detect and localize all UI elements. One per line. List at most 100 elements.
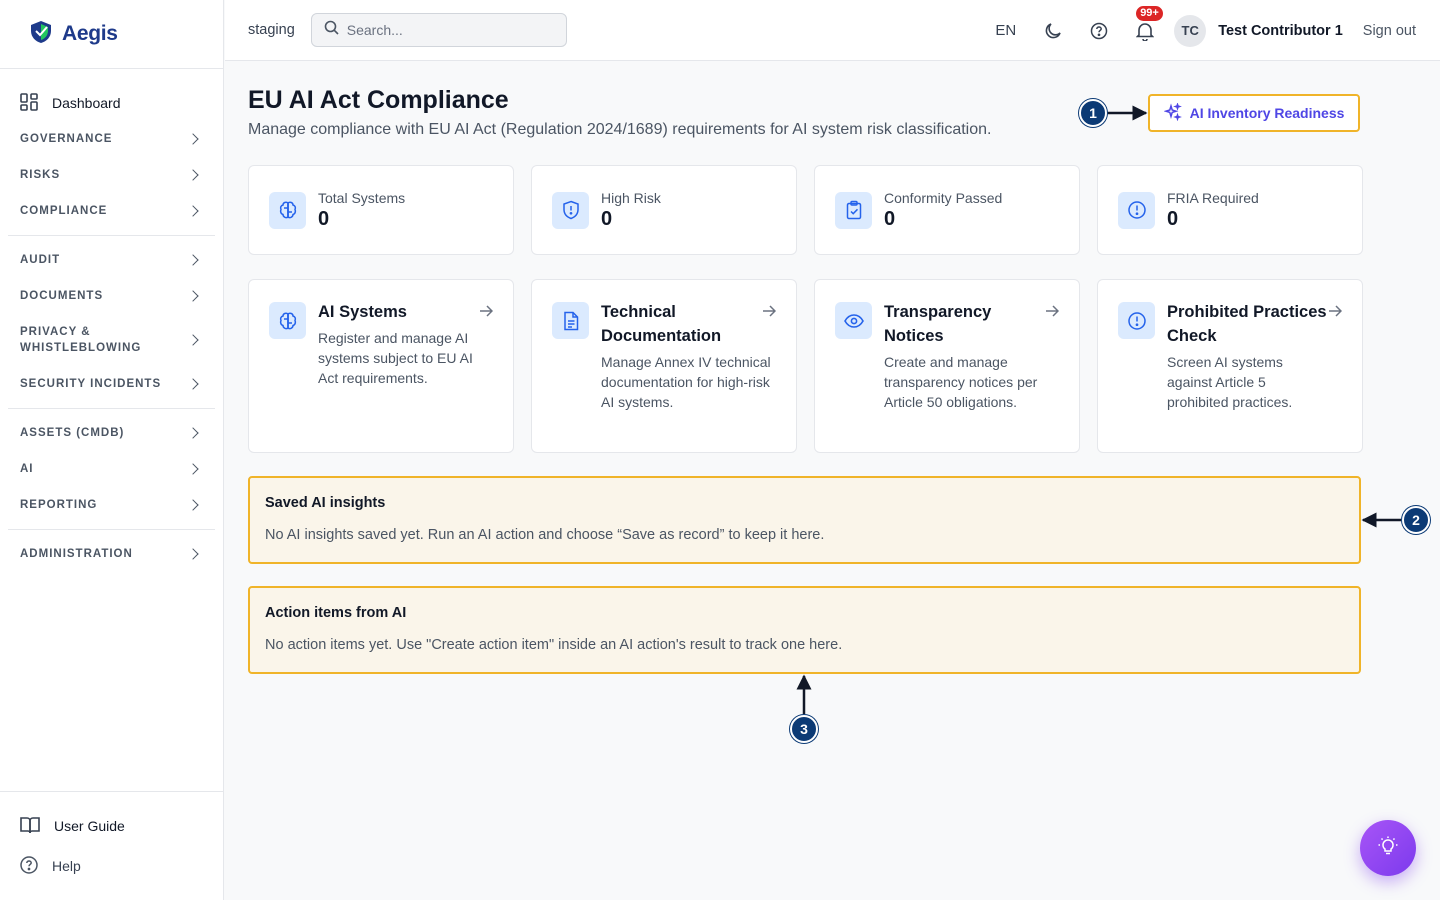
stat-card-fria-required: FRIA Required 0	[1097, 165, 1363, 255]
panel-empty-text: No AI insights saved yet. Run an AI acti…	[265, 527, 825, 543]
stat-label: Total Systems	[318, 189, 406, 206]
ai-action-items-panel: Action items from AI No action items yet…	[248, 586, 1361, 674]
sidebar-divider	[8, 529, 215, 530]
chevron-right-icon	[187, 290, 199, 302]
book-icon	[20, 816, 40, 837]
clipboard-check-icon	[835, 191, 872, 229]
brand-name: Aegis	[62, 22, 118, 45]
sidebar-item-risks[interactable]: RISKS	[0, 157, 223, 193]
sidebar-divider	[8, 235, 215, 236]
stat-value: 0	[1167, 207, 1179, 230]
chevron-right-icon	[187, 133, 199, 145]
shield-alert-icon	[552, 191, 589, 229]
sidebar-item-label: AI	[20, 463, 34, 475]
sidebar-item-dashboard[interactable]: Dashboard	[0, 85, 223, 121]
sidebar-item-audit[interactable]: AUDIT	[0, 242, 223, 278]
search-box[interactable]	[310, 13, 567, 47]
brain-icon	[269, 302, 306, 339]
feature-cards: AI Systems Register and manage AI system…	[248, 279, 1363, 453]
panel-title: Saved AI insights	[265, 495, 386, 511]
sidebar-item-label: Dashboard	[52, 95, 121, 111]
environment-label: staging	[248, 22, 295, 38]
sidebar-item-label: COMPLIANCE	[20, 205, 108, 217]
chevron-right-icon	[187, 334, 199, 346]
stats-row: Total Systems 0 High Risk 0 Conformity P…	[248, 165, 1363, 255]
notification-badge: 99+	[1136, 5, 1163, 21]
ai-inventory-readiness-button[interactable]: AI Inventory Readiness	[1148, 94, 1360, 132]
stat-card-conformity-passed: Conformity Passed 0	[814, 165, 1080, 255]
sidebar-item-label: AUDIT	[20, 254, 61, 266]
chevron-right-icon	[187, 499, 199, 511]
stat-label: FRIA Required	[1167, 189, 1259, 206]
stat-value: 0	[318, 207, 330, 230]
search-input[interactable]	[346, 22, 547, 38]
page-subtitle: Manage compliance with EU AI Act (Regula…	[248, 121, 992, 138]
sidebar-item-administration[interactable]: ADMINISTRATION	[0, 536, 223, 572]
feature-title: Transparency Notices	[884, 303, 992, 345]
feature-title: Prohibited Practices Check	[1167, 303, 1327, 345]
brand[interactable]: Aegis	[0, 0, 223, 69]
sidebar-item-ai[interactable]: AI	[0, 451, 223, 487]
lightbulb-icon	[1377, 835, 1399, 862]
chevron-right-icon	[187, 463, 199, 475]
sidebar-item-reporting[interactable]: REPORTING	[0, 487, 223, 523]
arrow-right-icon	[762, 304, 777, 322]
document-icon	[552, 302, 589, 339]
alert-circle-icon	[1118, 191, 1155, 229]
stat-value: 0	[884, 207, 896, 230]
readiness-label: AI Inventory Readiness	[1189, 105, 1345, 121]
help-circle-icon	[20, 855, 38, 877]
feature-card-technical-documentation[interactable]: Technical Documentation Manage Annex IV …	[531, 279, 797, 453]
sidebar-item-documents[interactable]: DOCUMENTS	[0, 278, 223, 314]
sidebar-item-governance[interactable]: GOVERNANCE	[0, 121, 223, 157]
sidebar-item-privacy[interactable]: PRIVACY & WHISTLEBLOWING	[0, 314, 223, 366]
feature-card-transparency-notices[interactable]: Transparency Notices Create and manage t…	[814, 279, 1080, 453]
sparkles-icon	[1163, 101, 1182, 124]
user-guide-link[interactable]: User Guide	[0, 806, 224, 846]
feature-card-ai-systems[interactable]: AI Systems Register and manage AI system…	[248, 279, 514, 453]
chevron-right-icon	[187, 548, 199, 560]
callout-badge-2: 2	[1402, 506, 1430, 534]
shield-logo-icon	[30, 20, 52, 49]
chevron-right-icon	[187, 205, 199, 217]
alert-circle-icon	[1118, 302, 1155, 339]
language-selector[interactable]: EN	[995, 22, 1016, 39]
sidebar-item-assets[interactable]: ASSETS (CMDB)	[0, 415, 223, 451]
sidebar-footer: User Guide Help	[0, 791, 224, 900]
stat-label: High Risk	[601, 189, 661, 206]
help-circle-icon[interactable]	[1088, 20, 1110, 42]
panel-title: Action items from AI	[265, 605, 407, 621]
avatar[interactable]: TC	[1174, 14, 1207, 47]
dashboard-icon	[20, 92, 38, 114]
eye-icon	[835, 302, 872, 339]
search-icon	[324, 20, 339, 40]
ai-assistant-button[interactable]	[1360, 820, 1416, 876]
callout-badge-1: 1	[1079, 99, 1107, 127]
chevron-right-icon	[187, 254, 199, 266]
feature-title: AI Systems	[318, 303, 407, 321]
callout-badge-3: 3	[790, 715, 818, 743]
stat-value: 0	[601, 207, 613, 230]
user-guide-label: User Guide	[54, 818, 125, 834]
sign-out-button[interactable]: Sign out	[1363, 23, 1416, 39]
sidebar-item-security-incidents[interactable]: SECURITY INCIDENTS	[0, 366, 223, 402]
help-link[interactable]: Help	[0, 846, 224, 886]
sidebar-divider	[8, 408, 215, 409]
user-name[interactable]: Test Contributor 1	[1218, 23, 1343, 39]
feature-description: Manage Annex IV technical documentation …	[601, 354, 771, 410]
help-label: Help	[52, 858, 81, 874]
feature-card-prohibited-practices[interactable]: Prohibited Practices Check Screen AI sys…	[1097, 279, 1363, 453]
arrow-right-icon	[1328, 304, 1343, 322]
chevron-right-icon	[187, 169, 199, 181]
sidebar-item-label: REPORTING	[20, 499, 98, 511]
sidebar-item-label: ADMINISTRATION	[20, 548, 133, 560]
chevron-right-icon	[187, 378, 199, 390]
saved-ai-insights-panel: Saved AI insights No AI insights saved y…	[248, 476, 1361, 564]
chevron-right-icon	[187, 427, 199, 439]
sidebar-item-label: DOCUMENTS	[20, 290, 104, 302]
moon-icon[interactable]	[1042, 20, 1064, 42]
panel-empty-text: No action items yet. Use "Create action …	[265, 637, 843, 653]
bell-icon[interactable]: 99+	[1134, 5, 1163, 42]
sidebar-item-compliance[interactable]: COMPLIANCE	[0, 193, 223, 229]
sidebar-nav: Dashboard GOVERNANCE RISKS COMPLIANCE AU…	[0, 69, 223, 572]
